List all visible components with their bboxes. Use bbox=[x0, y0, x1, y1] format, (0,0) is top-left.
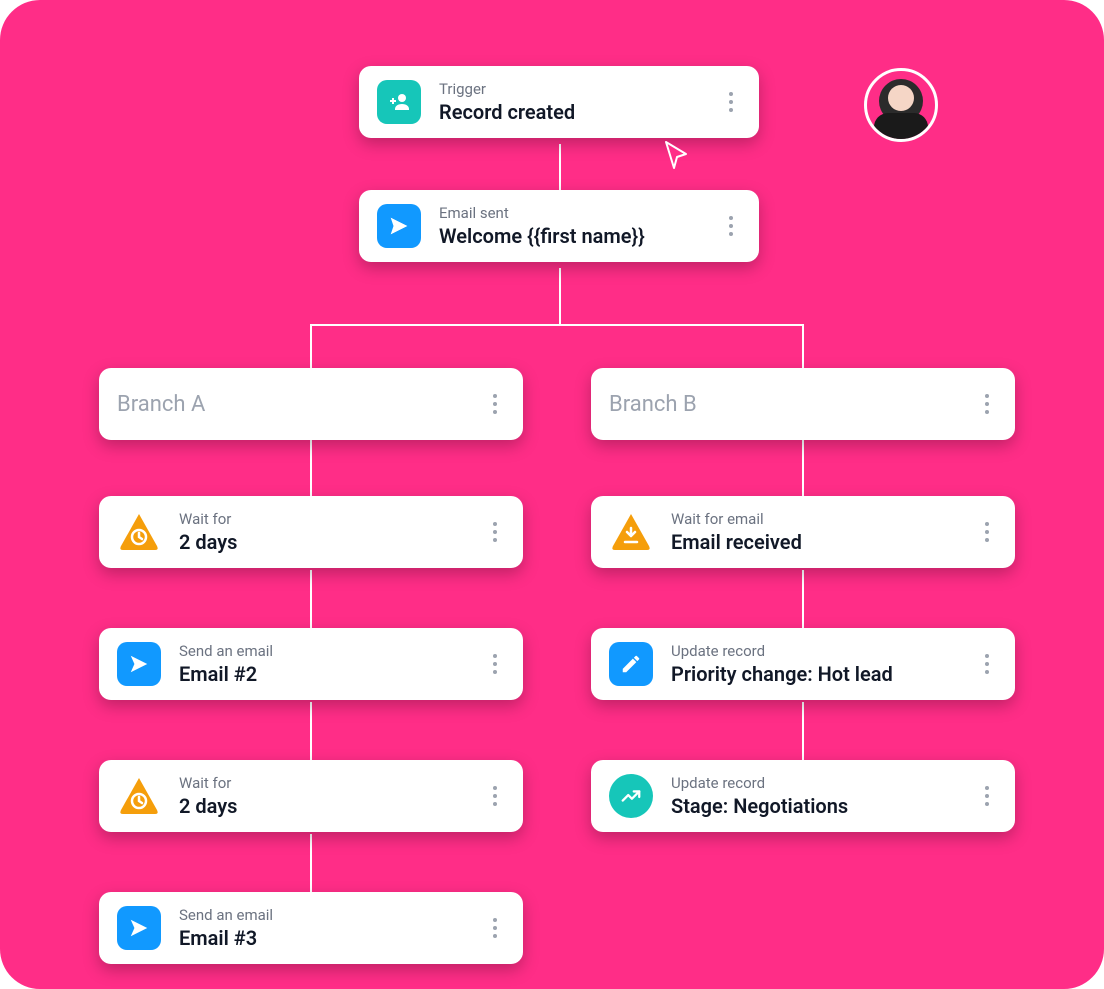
connector bbox=[802, 702, 804, 760]
workflow-canvas: Trigger Record created Email sent Welcom… bbox=[0, 0, 1104, 989]
more-menu-icon[interactable] bbox=[485, 522, 505, 542]
update-record-node[interactable]: Update record Priority change: Hot lead bbox=[591, 628, 1015, 700]
node-texts: Send an email Email #3 bbox=[179, 906, 467, 950]
more-menu-icon[interactable] bbox=[485, 918, 505, 938]
edit-icon bbox=[609, 642, 653, 686]
node-texts: Email sent Welcome {{first name}} bbox=[439, 204, 703, 248]
node-label: Trigger bbox=[439, 80, 703, 98]
send-email-node[interactable]: Send an email Email #3 bbox=[99, 892, 523, 964]
connector bbox=[559, 144, 561, 190]
node-label: Email sent bbox=[439, 204, 703, 222]
connector bbox=[310, 324, 312, 368]
node-label: Update record bbox=[671, 642, 959, 660]
trend-icon bbox=[609, 774, 653, 818]
more-menu-icon[interactable] bbox=[485, 394, 505, 414]
connector bbox=[802, 570, 804, 628]
node-texts: Wait for 2 days bbox=[179, 510, 467, 554]
connector bbox=[310, 438, 312, 496]
more-menu-icon[interactable] bbox=[977, 522, 997, 542]
more-menu-icon[interactable] bbox=[721, 216, 741, 236]
branch-label: Branch A bbox=[117, 392, 467, 417]
connector bbox=[802, 324, 804, 368]
node-label: Wait for email bbox=[671, 510, 959, 528]
node-label: Wait for bbox=[179, 774, 467, 792]
node-label: Send an email bbox=[179, 642, 467, 660]
node-title: Record created bbox=[439, 100, 703, 124]
node-title: 2 days bbox=[179, 794, 467, 818]
update-record-node[interactable]: Update record Stage: Negotiations bbox=[591, 760, 1015, 832]
email-sent-node[interactable]: Email sent Welcome {{first name}} bbox=[359, 190, 759, 262]
node-texts: Update record Stage: Negotiations bbox=[671, 774, 959, 818]
node-title: Welcome {{first name}} bbox=[439, 224, 703, 248]
user-avatar[interactable] bbox=[864, 68, 938, 142]
node-label: Wait for bbox=[179, 510, 467, 528]
more-menu-icon[interactable] bbox=[485, 786, 505, 806]
connector bbox=[559, 268, 561, 324]
wait-node[interactable]: Wait for 2 days bbox=[99, 496, 523, 568]
node-texts: Branch B bbox=[609, 392, 959, 417]
send-email-node[interactable]: Send an email Email #2 bbox=[99, 628, 523, 700]
wait-clock-icon bbox=[117, 510, 161, 554]
wait-download-icon bbox=[609, 510, 653, 554]
node-texts: Wait for 2 days bbox=[179, 774, 467, 818]
branch-b-header[interactable]: Branch B bbox=[591, 368, 1015, 440]
connector bbox=[802, 438, 804, 496]
wait-clock-icon bbox=[117, 774, 161, 818]
node-title: Email received bbox=[671, 530, 959, 554]
more-menu-icon[interactable] bbox=[977, 654, 997, 674]
node-texts: Wait for email Email received bbox=[671, 510, 959, 554]
node-texts: Trigger Record created bbox=[439, 80, 703, 124]
wait-node[interactable]: Wait for 2 days bbox=[99, 760, 523, 832]
node-label: Update record bbox=[671, 774, 959, 792]
send-icon bbox=[117, 642, 161, 686]
trigger-node[interactable]: Trigger Record created bbox=[359, 66, 759, 138]
more-menu-icon[interactable] bbox=[485, 654, 505, 674]
node-title: Priority change: Hot lead bbox=[671, 662, 959, 686]
node-title: Email #2 bbox=[179, 662, 467, 686]
branch-a-header[interactable]: Branch A bbox=[99, 368, 523, 440]
node-texts: Branch A bbox=[117, 392, 467, 417]
branch-label: Branch B bbox=[609, 392, 959, 417]
more-menu-icon[interactable] bbox=[977, 394, 997, 414]
connector bbox=[310, 570, 312, 628]
more-menu-icon[interactable] bbox=[977, 786, 997, 806]
node-title: 2 days bbox=[179, 530, 467, 554]
send-icon bbox=[377, 204, 421, 248]
node-title: Email #3 bbox=[179, 926, 467, 950]
node-texts: Update record Priority change: Hot lead bbox=[671, 642, 959, 686]
send-icon bbox=[117, 906, 161, 950]
node-title: Stage: Negotiations bbox=[671, 794, 959, 818]
node-label: Send an email bbox=[179, 906, 467, 924]
node-texts: Send an email Email #2 bbox=[179, 642, 467, 686]
more-menu-icon[interactable] bbox=[721, 92, 741, 112]
person-add-icon bbox=[377, 80, 421, 124]
wait-email-node[interactable]: Wait for email Email received bbox=[591, 496, 1015, 568]
connector bbox=[310, 324, 804, 326]
connector bbox=[310, 702, 312, 760]
connector bbox=[310, 834, 312, 892]
